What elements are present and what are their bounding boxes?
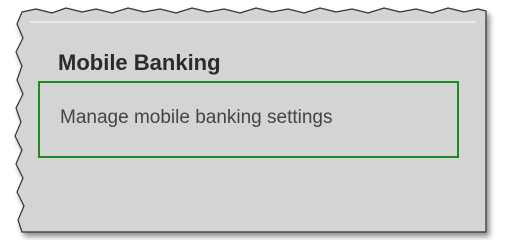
mobile-banking-section: Mobile Banking Manage mobile banking set…	[38, 28, 482, 233]
manage-mobile-banking-link[interactable]: Manage mobile banking settings	[60, 107, 333, 129]
section-title: Mobile Banking	[58, 50, 221, 75]
